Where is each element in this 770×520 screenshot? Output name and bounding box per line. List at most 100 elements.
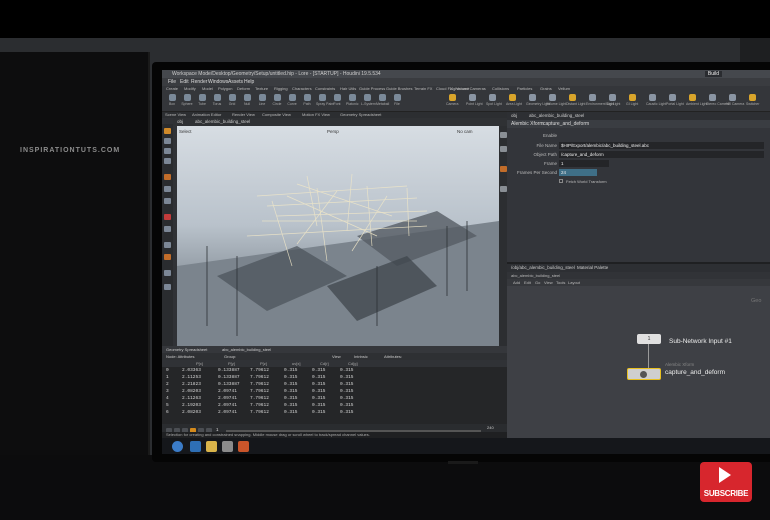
tab-scene-view[interactable]: Scene View xyxy=(165,112,186,117)
shelf-tab-model[interactable]: Model xyxy=(202,86,213,91)
column-header[interactable]: P[z] xyxy=(260,361,267,366)
shelf-tab-collisions[interactable]: Collisions xyxy=(492,86,509,91)
shelf-tool[interactable]: Tube xyxy=(196,94,208,108)
shelf-tool[interactable]: Circle xyxy=(271,94,283,108)
shelf-light-tool[interactable]: VR Camera xyxy=(726,94,744,108)
table-row[interactable]: 4 2.11263 2.09741 7.79612 0.315 0.315 0.315 xyxy=(162,396,507,403)
shading-icon[interactable] xyxy=(500,186,507,192)
shelf-tool[interactable]: Torus xyxy=(211,94,223,108)
table-row[interactable]: 5 2.19203 2.09741 7.79612 0.315 0.315 0.315 xyxy=(162,403,507,410)
menu-file[interactable]: File xyxy=(168,79,176,85)
network-path-label[interactable]: abc_alembic_building_steel xyxy=(511,273,560,278)
folder-icon[interactable] xyxy=(206,441,217,452)
shelf-tab-particles[interactable]: Particles xyxy=(517,86,532,91)
shelf-tab-modify[interactable]: Modify xyxy=(184,86,196,91)
shelf-light-tool[interactable]: Volume Light xyxy=(546,94,566,108)
shelf-light-tool[interactable]: Environment Light xyxy=(586,94,614,108)
subscribe-button[interactable]: SUBSCRIBE xyxy=(700,462,752,502)
spreadsheet-node[interactable]: abc_alembic_building_steel xyxy=(222,347,271,352)
node-name[interactable]: capture_and_deform xyxy=(543,121,589,127)
viewport-persp-label[interactable]: Persp xyxy=(327,129,339,134)
object-path-field[interactable]: /capture_and_deform xyxy=(559,151,764,158)
shelf-light-tool[interactable]: Distant Light xyxy=(566,94,585,108)
menu-edit[interactable]: Edit xyxy=(180,79,189,85)
viewport-camera-label[interactable]: No cam xyxy=(457,129,473,134)
network-menu-edit[interactable]: Edit xyxy=(524,280,531,285)
shelf-tab-lights[interactable]: Lights and Cameras xyxy=(450,86,486,91)
viewport-path[interactable]: obj xyxy=(177,119,183,124)
network-menu-view[interactable]: View xyxy=(544,280,553,285)
brush-tool-icon[interactable] xyxy=(164,226,171,232)
shelf-light-tool[interactable]: Switcher xyxy=(746,94,759,108)
camera-tool-icon[interactable] xyxy=(164,270,171,276)
tab-render-view[interactable]: Render View xyxy=(232,112,255,117)
app-icon[interactable] xyxy=(222,441,233,452)
ghost-icon[interactable] xyxy=(500,146,507,152)
shelf-tab-create[interactable]: Create xyxy=(166,86,178,91)
shelf-tool[interactable]: Platonic xyxy=(346,94,358,108)
shelf-tab-characters[interactable]: Characters xyxy=(292,86,312,91)
shelf-tab-polygon[interactable]: Polygon xyxy=(218,86,232,91)
end-frame[interactable]: 240 xyxy=(487,425,494,430)
viewport-node[interactable]: abc_alembic_building_steel xyxy=(195,119,250,124)
column-header[interactable]: uv[x] xyxy=(292,361,300,366)
shelf-tool[interactable]: Font xyxy=(331,94,343,108)
shelf-tab-constraints[interactable]: Constraints xyxy=(315,86,335,91)
view-tool-icon[interactable] xyxy=(164,198,171,204)
fetch-transform-checkbox[interactable] xyxy=(559,179,563,183)
shelf-tab-guide-process[interactable]: Guide Process xyxy=(359,86,385,91)
shelf-tool[interactable]: Path xyxy=(301,94,313,108)
shelf-tab-hair-utils[interactable]: Hair Utils xyxy=(340,86,356,91)
parameter-tab[interactable]: abc_alembic_building_steel xyxy=(529,113,584,118)
table-row[interactable]: 2 2.21823 0.133887 7.79612 0.315 0.315 0.315 xyxy=(162,382,507,389)
shelf-tab-vellum[interactable]: Vellum xyxy=(558,86,570,91)
shelf-light-tool[interactable]: Geometry Light xyxy=(526,94,550,108)
light-tool-icon[interactable] xyxy=(164,284,171,290)
menu-windows[interactable]: Windows xyxy=(208,79,228,85)
shelf-tool[interactable]: Null xyxy=(241,94,253,108)
subnet-input-node[interactable]: 1 xyxy=(637,334,661,344)
move-tool-icon[interactable] xyxy=(164,138,171,144)
network-tab[interactable]: /obj/abc_alembic_building_steel xyxy=(511,265,575,270)
frame-field[interactable]: 1 xyxy=(559,160,609,167)
column-header[interactable]: Cd[g] xyxy=(348,361,358,366)
table-row[interactable]: 0 2.03363 0.133887 7.79612 0.315 0.315 0.315 xyxy=(162,368,507,375)
file-name-field[interactable]: $HIP/Export/alembic/abc_building_steel.a… xyxy=(559,142,764,149)
measure-tool-icon[interactable] xyxy=(164,242,171,248)
shelf-tool[interactable]: Curve xyxy=(286,94,298,108)
workspace-selector[interactable]: Build xyxy=(704,71,722,77)
tab-composite-view[interactable]: Composite View xyxy=(262,112,291,117)
column-header[interactable]: P[y] xyxy=(228,361,235,366)
spreadsheet-view[interactable]: View xyxy=(332,354,341,359)
parameter-path[interactable]: obj xyxy=(511,113,517,118)
shelf-tool[interactable]: File xyxy=(391,94,403,108)
shelf-tab-deform[interactable]: Deform xyxy=(237,86,250,91)
shelf-tool[interactable]: Metaball xyxy=(376,94,389,108)
shelf-tool[interactable]: Spray Paint xyxy=(316,94,334,108)
network-menu-tools[interactable]: Tools xyxy=(556,280,565,285)
shelf-tab-grains[interactable]: Grains xyxy=(540,86,552,91)
scale-tool-icon[interactable] xyxy=(164,158,171,164)
table-row[interactable]: 6 2.08203 2.09741 7.79612 0.315 0.315 0.315 xyxy=(162,410,507,417)
spreadsheet-mode[interactable]: Node: Attributes xyxy=(166,354,194,359)
shelf-tool[interactable]: Box xyxy=(166,94,178,108)
spreadsheet-tab[interactable]: Geometry Spreadsheet xyxy=(166,347,207,352)
shelf-tool[interactable]: Sphere xyxy=(181,94,193,108)
menu-assets[interactable]: Assets xyxy=(228,79,243,85)
shelf-tab-terrain-fx[interactable]: Terrain FX xyxy=(414,86,432,91)
tab-geometry-spreadsheet[interactable]: Geometry Spreadsheet xyxy=(340,112,381,117)
network-menu-go[interactable]: Go xyxy=(535,280,540,285)
network-menu-layout[interactable]: Layout xyxy=(568,280,580,285)
shelf-light-tool[interactable]: Stereo Camera xyxy=(706,94,730,108)
shelf-light-tool[interactable]: GI Light xyxy=(626,94,638,108)
shelf-light-tool[interactable]: Sky Light xyxy=(606,94,620,108)
shelf-tab-texture[interactable]: Texture xyxy=(255,86,268,91)
fps-field[interactable]: 24 xyxy=(559,169,597,176)
magnet-icon[interactable] xyxy=(164,254,171,260)
wireframe-icon[interactable] xyxy=(500,166,507,172)
network-menu-add[interactable]: Add xyxy=(513,280,520,285)
pose-tool-icon[interactable] xyxy=(164,186,171,192)
snap-icon[interactable] xyxy=(164,214,171,220)
rotate-tool-icon[interactable] xyxy=(164,148,171,154)
shelf-light-tool[interactable]: Point Light xyxy=(466,94,483,108)
